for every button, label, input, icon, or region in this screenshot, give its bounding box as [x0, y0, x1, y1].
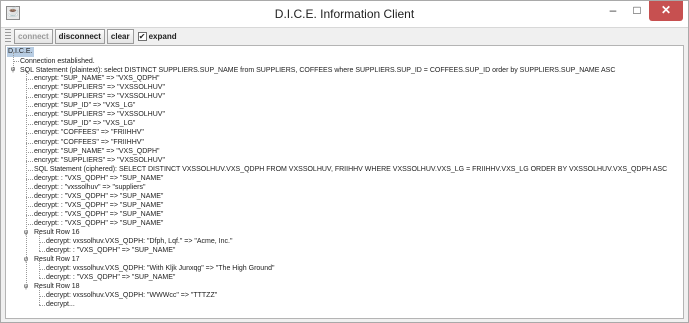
- toolbar: connect disconnect clear ✔ expand: [5, 28, 684, 44]
- expand-checkbox-group[interactable]: ✔ expand: [137, 31, 177, 41]
- tree-connector-line: [39, 260, 40, 279]
- connect-button[interactable]: connect: [14, 28, 53, 44]
- tree-connector-line: [26, 223, 33, 225]
- tree-connector-line: [26, 160, 33, 162]
- tree-connector-line: [26, 151, 33, 153]
- tree-connector-line: [26, 205, 33, 207]
- toolbar-grip-icon[interactable]: [5, 29, 11, 43]
- tree-connector-line: [26, 196, 33, 198]
- minimize-button[interactable]: –: [602, 1, 624, 21]
- tree-connector-line: [26, 124, 33, 126]
- window-title: D.I.C.E. Information Client: [274, 7, 415, 21]
- tree-connector-line: [13, 61, 19, 63]
- tree-root-node[interactable]: D.I.C.E.: [7, 47, 34, 57]
- tree-connector-line: [26, 187, 33, 189]
- tree-connector-line: [39, 233, 40, 252]
- close-button[interactable]: ✕: [649, 1, 683, 21]
- tree-connector-line: [26, 79, 33, 81]
- expand-checkbox[interactable]: ✔: [137, 31, 147, 41]
- tree-connector-line: [39, 287, 40, 306]
- tree-connector-line: [26, 178, 33, 180]
- tree-connector-line: [26, 115, 33, 117]
- maximize-button[interactable]: □: [626, 1, 648, 21]
- expand-label: expand: [148, 31, 177, 41]
- tree-connector-line: [26, 97, 33, 99]
- tree-connector-line: [39, 278, 45, 280]
- app-window: ☕ D.I.C.E. Information Client – □ ✕ conn…: [0, 0, 689, 323]
- tree-connector-line: [26, 70, 27, 288]
- java-app-icon[interactable]: ☕: [6, 6, 20, 20]
- disconnect-button[interactable]: disconnect: [54, 28, 105, 44]
- tree-connector-line: [39, 305, 45, 307]
- tree-node-result-value[interactable]: decrypt...: [46, 300, 75, 310]
- tree-connector-line: [26, 88, 33, 90]
- tree-connector-line: [26, 169, 33, 171]
- tree-connector-line: [39, 251, 45, 253]
- sql-plaintext-collapse-icon[interactable]: φ: [10, 65, 16, 75]
- tree-connector-line: [26, 133, 33, 135]
- tree-connector-line: [26, 214, 33, 216]
- message-tree[interactable]: D.I.C.E. Connection established. SQL Sta…: [5, 45, 684, 319]
- title-bar[interactable]: ☕ D.I.C.E. Information Client – □ ✕: [1, 1, 688, 28]
- clear-button[interactable]: clear: [106, 28, 134, 44]
- tree-connector-line: [26, 106, 33, 108]
- tree-connector-line: [26, 142, 33, 144]
